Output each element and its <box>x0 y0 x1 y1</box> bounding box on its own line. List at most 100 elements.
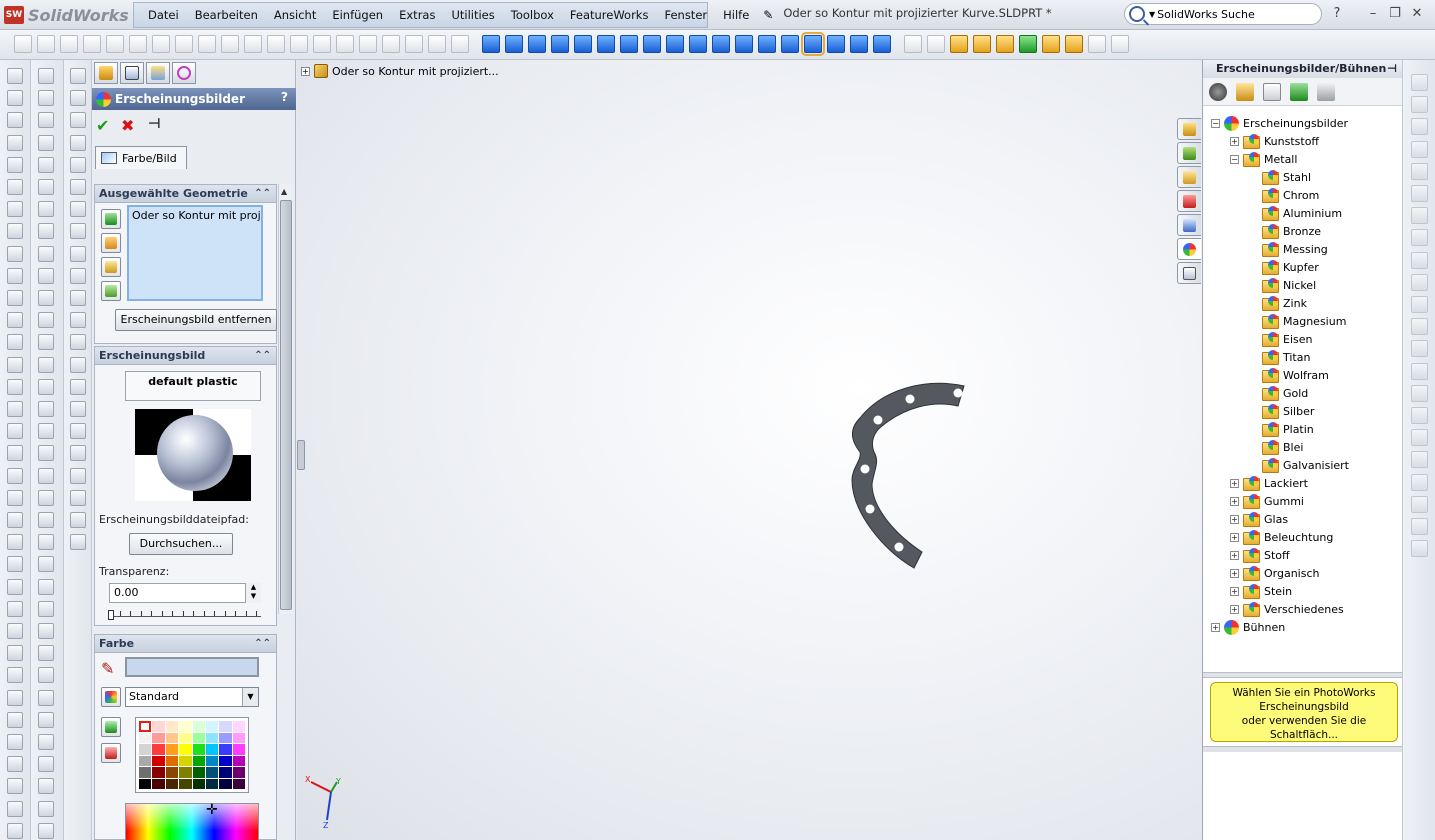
tool-icon[interactable] <box>38 489 54 506</box>
tab-design-library[interactable] <box>1177 142 1201 164</box>
tree-item-label[interactable]: Zink <box>1283 297 1307 310</box>
menu-item-9[interactable]: Fenster <box>656 3 715 27</box>
toolbar-button-33[interactable] <box>758 35 776 53</box>
tool-icon[interactable] <box>38 578 54 595</box>
tree-item-titan[interactable]: Titan <box>1249 348 1310 366</box>
tree-item-label[interactable]: Kunststoff <box>1264 135 1319 148</box>
toolbar-button-10[interactable] <box>221 35 239 53</box>
tool-icon[interactable] <box>7 778 23 795</box>
transparency-spinner[interactable]: ▲ ▼ <box>245 583 261 603</box>
expand-icon[interactable]: + <box>1230 550 1239 560</box>
tool-icon[interactable] <box>38 267 54 284</box>
tool-icon[interactable] <box>38 90 54 107</box>
toolbar-button-42[interactable] <box>973 35 991 53</box>
tool-icon[interactable] <box>70 467 86 484</box>
tool-icon[interactable] <box>38 667 54 684</box>
toolbar-button-29[interactable] <box>666 35 684 53</box>
toolbar-button-12[interactable] <box>267 35 285 53</box>
tree-item-eisen[interactable]: Eisen <box>1249 330 1312 348</box>
toolbar-button-27[interactable] <box>620 35 638 53</box>
toolbar-button-5[interactable] <box>106 35 124 53</box>
tool-icon[interactable] <box>7 378 23 395</box>
menu-item-5[interactable]: Extras <box>391 3 443 27</box>
toolbar-button-31[interactable] <box>712 35 730 53</box>
toolbar-button-24[interactable] <box>551 35 569 53</box>
toolbar-button-9[interactable] <box>198 35 216 53</box>
tree-item-lackiert[interactable]: + Lackiert <box>1230 474 1308 492</box>
tool-icon[interactable] <box>7 179 23 195</box>
color-swatch[interactable] <box>219 755 232 766</box>
tool-icon[interactable] <box>38 134 54 151</box>
tree-item-label[interactable]: Stoff <box>1264 549 1290 562</box>
tool-icon[interactable] <box>7 756 23 773</box>
expand-icon[interactable]: + <box>1230 604 1239 614</box>
tool-icon[interactable] <box>38 645 54 662</box>
tree-item-wolfram[interactable]: Wolfram <box>1249 366 1329 384</box>
new-folder-icon[interactable] <box>1236 83 1254 101</box>
color-swatch[interactable] <box>165 732 179 743</box>
tool-icon[interactable] <box>70 401 86 417</box>
tool-icon[interactable] <box>38 512 54 528</box>
tool-icon[interactable] <box>70 223 86 240</box>
toolbar-button-11[interactable] <box>244 35 262 53</box>
collapse-icon[interactable]: ⌃⌃ <box>254 347 271 365</box>
part-model[interactable] <box>822 380 1002 570</box>
toolbar-button-2[interactable] <box>37 35 55 53</box>
color-swatch[interactable] <box>219 778 232 789</box>
tool-icon[interactable] <box>38 623 54 639</box>
color-swatch[interactable] <box>192 767 205 778</box>
toolbar-button-13[interactable] <box>290 35 308 53</box>
tree-item-zink[interactable]: Zink <box>1249 294 1307 312</box>
tree-item-b-hnen[interactable]: + Bühnen <box>1211 618 1285 636</box>
solidworks-logo[interactable]: SW SolidWorks <box>4 4 129 26</box>
color-swatch[interactable] <box>139 778 152 789</box>
toolbar-button-40[interactable] <box>927 35 945 53</box>
tool-icon[interactable] <box>7 734 23 750</box>
color-swatch[interactable] <box>179 721 192 732</box>
color-swatch[interactable] <box>139 767 152 778</box>
menu-item-1[interactable]: Datei <box>140 3 187 27</box>
tool-icon[interactable] <box>1411 518 1428 535</box>
expand-icon[interactable]: + <box>1230 568 1239 578</box>
tool-icon[interactable] <box>1411 273 1428 291</box>
flyout-feature-tree[interactable]: + Oder so Kontur mit projiziert... <box>301 64 499 78</box>
tree-item-gummi[interactable]: + Gummi <box>1230 492 1304 510</box>
color-swatch[interactable] <box>232 732 245 743</box>
color-swatch[interactable] <box>179 778 192 789</box>
tool-icon[interactable] <box>1411 207 1428 225</box>
tree-item-label[interactable]: Stahl <box>1283 171 1311 184</box>
color-swatch[interactable] <box>165 721 179 732</box>
tool-icon[interactable] <box>70 378 86 395</box>
color-swatch[interactable] <box>139 721 152 732</box>
tool-icon[interactable] <box>70 489 86 506</box>
tree-item-verschiedenes[interactable]: + Verschiedenes <box>1230 600 1344 618</box>
tree-item-kupfer[interactable]: Kupfer <box>1249 258 1319 276</box>
select-part-button[interactable] <box>101 209 121 229</box>
color-swatch[interactable] <box>205 755 219 766</box>
tool-icon[interactable] <box>70 90 86 107</box>
color-swatch[interactable] <box>192 755 205 766</box>
tool-icon[interactable] <box>7 800 23 817</box>
slider-thumb[interactable] <box>108 610 114 620</box>
add-color-button[interactable] <box>101 717 121 737</box>
tree-item-label[interactable]: Gold <box>1283 387 1308 400</box>
tree-item-metall[interactable]: − Metall <box>1230 150 1297 168</box>
browse-button[interactable]: Durchsuchen... <box>129 533 233 555</box>
tool-icon[interactable] <box>7 578 23 595</box>
chevron-down-icon[interactable]: ▼ <box>1149 10 1155 19</box>
color-swatch[interactable] <box>192 778 205 789</box>
up-folder-icon[interactable] <box>1317 83 1335 101</box>
color-swatch[interactable] <box>205 767 219 778</box>
tool-icon[interactable] <box>7 312 23 329</box>
color-swatch[interactable] <box>205 744 219 755</box>
tree-item-label[interactable]: Aluminium <box>1283 207 1342 220</box>
tool-icon[interactable] <box>70 112 86 129</box>
part-body[interactable] <box>851 382 965 569</box>
tool-icon[interactable] <box>70 179 86 195</box>
pin-icon[interactable]: ⊣ <box>148 116 161 132</box>
expand-icon[interactable]: + <box>1211 622 1220 632</box>
tool-icon[interactable] <box>38 556 54 573</box>
cancel-button[interactable]: ✖ <box>121 116 134 135</box>
tool-icon[interactable] <box>1411 362 1428 380</box>
tool-icon[interactable] <box>1411 540 1428 558</box>
